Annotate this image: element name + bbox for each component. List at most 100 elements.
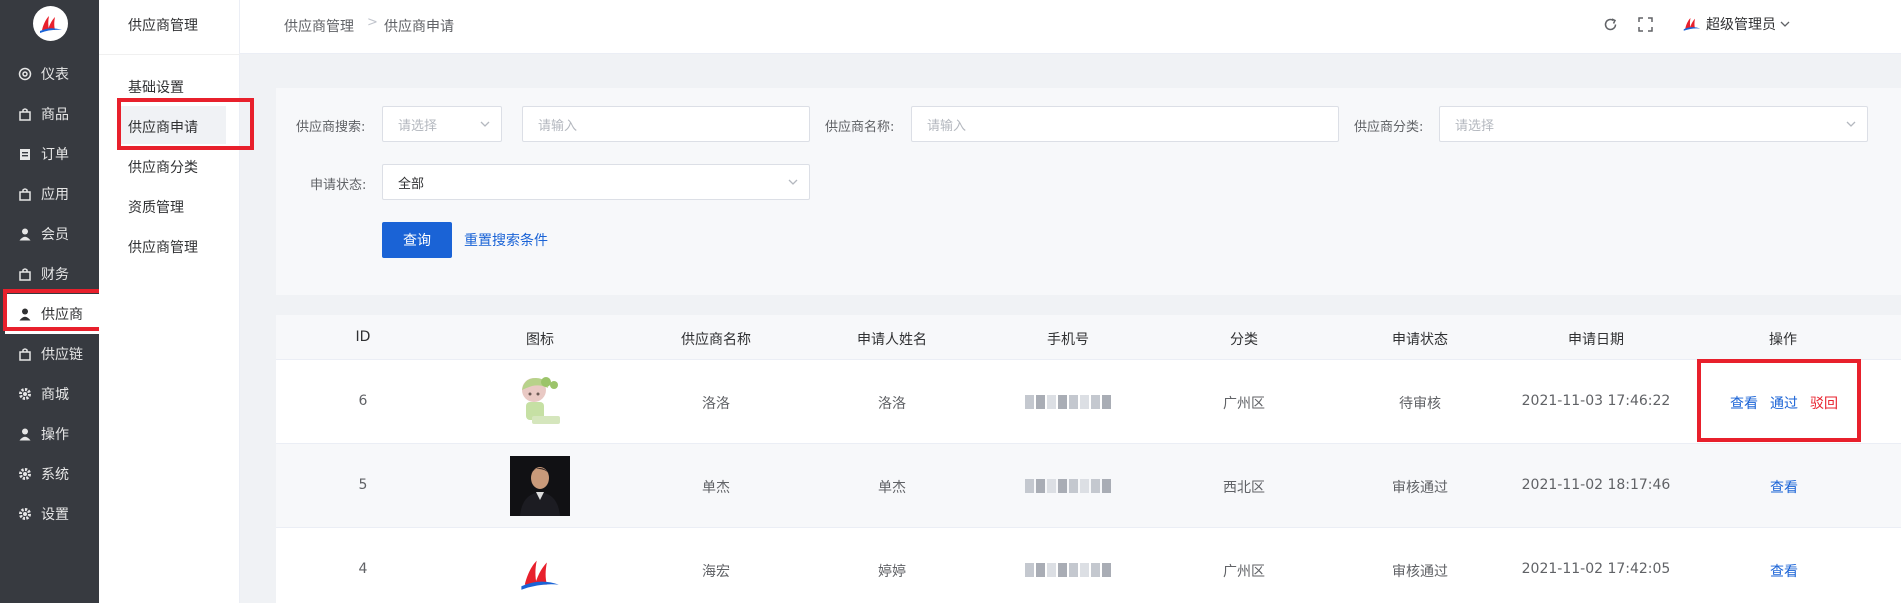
gear-icon — [18, 507, 32, 521]
brand-logo-icon[interactable] — [33, 6, 68, 41]
supplier-avatar — [510, 372, 570, 432]
gear-icon — [18, 387, 32, 401]
cell-category: 广州区 — [1223, 564, 1265, 580]
cell-applicant-name: 洛洛 — [878, 396, 906, 412]
user-menu[interactable]: 超级管理员 — [1682, 14, 1791, 34]
gauge-icon — [18, 67, 32, 81]
user-icon — [18, 427, 32, 441]
cell-phone-blurred — [1025, 395, 1111, 409]
supplier-name-label: 供应商名称: — [825, 120, 895, 135]
input-placeholder: 请输入 — [538, 118, 578, 134]
nav-item-label: 系统 — [41, 467, 69, 483]
nav-item-label: 设置 — [41, 507, 69, 523]
nav-item-label: 商城 — [41, 387, 69, 403]
column-header-category: 分类 — [1230, 332, 1258, 348]
bag-icon — [18, 107, 32, 121]
bag-icon — [18, 267, 32, 281]
nav-item-goods[interactable]: 商品 — [0, 94, 99, 134]
breadcrumb-separator: > — [367, 15, 378, 30]
column-header-status: 申请状态 — [1392, 332, 1448, 348]
bag-icon — [18, 347, 32, 361]
submenu-panel: 供应商管理 基础设置 供应商申请 供应商分类 资质管理 供应商管理 — [99, 0, 240, 603]
chevron-down-icon — [1779, 18, 1791, 30]
chevron-down-icon — [479, 118, 491, 130]
submenu-item-qualification[interactable]: 资质管理 — [128, 197, 184, 217]
cell-supplier-name: 单杰 — [702, 480, 730, 496]
nav-item-label: 会员 — [41, 227, 69, 243]
cell-date: 2021-11-03 17:46:22 — [1521, 393, 1671, 409]
column-header-date: 申请日期 — [1568, 332, 1624, 348]
nav-item-label: 供应链 — [41, 347, 83, 363]
table-row: 4 海宏 婷婷 广州区 审核通过 2021-11-02 17:42:05 查看 — [276, 528, 1901, 603]
select-value: 全部 — [398, 176, 425, 192]
annotation-highlight-box — [1697, 359, 1861, 442]
cell-supplier-name: 洛洛 — [702, 396, 730, 412]
query-button[interactable]: 查询 — [382, 222, 452, 258]
breadcrumb-parent[interactable]: 供应商管理 — [284, 16, 354, 36]
cell-status: 待审核 — [1399, 396, 1441, 412]
cell-status: 审核通过 — [1392, 480, 1448, 496]
user-avatar-icon — [1682, 14, 1702, 34]
bag-icon — [18, 187, 32, 201]
chevron-down-icon — [787, 176, 799, 188]
table-row: 6 洛洛 洛洛 广州区 待审核 2021-11-03 17:46:22 查看 通… — [276, 360, 1901, 444]
nav-item-dashboard[interactable]: 仪表 — [0, 54, 99, 94]
select-placeholder: 请选择 — [398, 118, 438, 134]
breadcrumb-current: 供应商申请 — [384, 19, 454, 35]
fullscreen-icon[interactable] — [1637, 16, 1654, 33]
cell-id: 6 — [358, 393, 368, 409]
view-button[interactable]: 查看 — [1770, 561, 1798, 581]
supplier-avatar — [510, 456, 570, 516]
column-header-id: ID — [355, 329, 371, 345]
submenu-item-supplier-management[interactable]: 供应商管理 — [128, 237, 198, 257]
select-placeholder: 请选择 — [1455, 118, 1495, 134]
cell-date: 2021-11-02 17:42:05 — [1521, 561, 1671, 577]
user-icon — [18, 227, 32, 241]
nav-item-operations[interactable]: 操作 — [0, 414, 99, 454]
supplier-application-table: ID 图标 供应商名称 申请人姓名 手机号 分类 申请状态 申请日期 操作 6 … — [276, 315, 1901, 603]
nav-item-orders[interactable]: 订单 — [0, 134, 99, 174]
supplier-category-label: 供应商分类: — [1354, 120, 1424, 135]
input-placeholder: 请输入 — [927, 118, 967, 134]
cell-applicant-name: 婷婷 — [878, 564, 906, 580]
nav-item-label: 财务 — [41, 267, 69, 283]
cell-date: 2021-11-02 18:17:46 — [1521, 477, 1671, 493]
nav-item-finance[interactable]: 财务 — [0, 254, 99, 294]
nav-item-members[interactable]: 会员 — [0, 214, 99, 254]
view-button[interactable]: 查看 — [1770, 477, 1798, 497]
column-header-icon: 图标 — [526, 332, 554, 348]
divider — [99, 54, 240, 55]
chevron-down-icon — [1845, 118, 1857, 130]
submenu-item-supplier-category[interactable]: 供应商分类 — [128, 157, 198, 177]
nav-item-supply-chain[interactable]: 供应链 — [0, 334, 99, 374]
supplier-category-select[interactable]: 请选择 — [1439, 106, 1868, 142]
submenu-item-basic-settings[interactable]: 基础设置 — [128, 77, 184, 97]
cell-category: 广州区 — [1223, 396, 1265, 412]
cell-id: 4 — [358, 561, 368, 577]
supplier-name-input[interactable]: 请输入 — [911, 106, 1339, 142]
top-bar: 供应商管理 > 供应商申请 — [240, 0, 1901, 54]
nav-item-label: 仪表 — [41, 67, 69, 83]
clipboard-icon — [18, 147, 32, 161]
nav-item-apps[interactable]: 应用 — [0, 174, 99, 214]
annotation-highlight-box — [117, 98, 254, 150]
supplier-search-select[interactable]: 请选择 — [382, 106, 502, 142]
cell-applicant-name: 单杰 — [878, 480, 906, 496]
reset-search-link[interactable]: 重置搜索条件 — [464, 230, 548, 250]
cell-status: 审核通过 — [1392, 564, 1448, 580]
nav-item-settings[interactable]: 设置 — [0, 494, 99, 534]
column-header-supplier-name: 供应商名称 — [681, 332, 751, 348]
refresh-icon[interactable] — [1602, 16, 1619, 33]
nav-item-label: 商品 — [41, 107, 69, 123]
status-select[interactable]: 全部 — [382, 164, 810, 200]
gear-icon — [18, 467, 32, 481]
submenu-title: 供应商管理 — [128, 18, 198, 34]
supplier-search-input[interactable]: 请输入 — [522, 106, 810, 142]
nav-item-mall[interactable]: 商城 — [0, 374, 99, 414]
nav-item-system[interactable]: 系统 — [0, 454, 99, 494]
cell-supplier-name: 海宏 — [702, 564, 730, 580]
column-header-phone: 手机号 — [1047, 332, 1089, 348]
nav-item-label: 操作 — [41, 427, 69, 443]
cell-id: 5 — [358, 477, 368, 493]
nav-item-label: 应用 — [41, 187, 69, 203]
